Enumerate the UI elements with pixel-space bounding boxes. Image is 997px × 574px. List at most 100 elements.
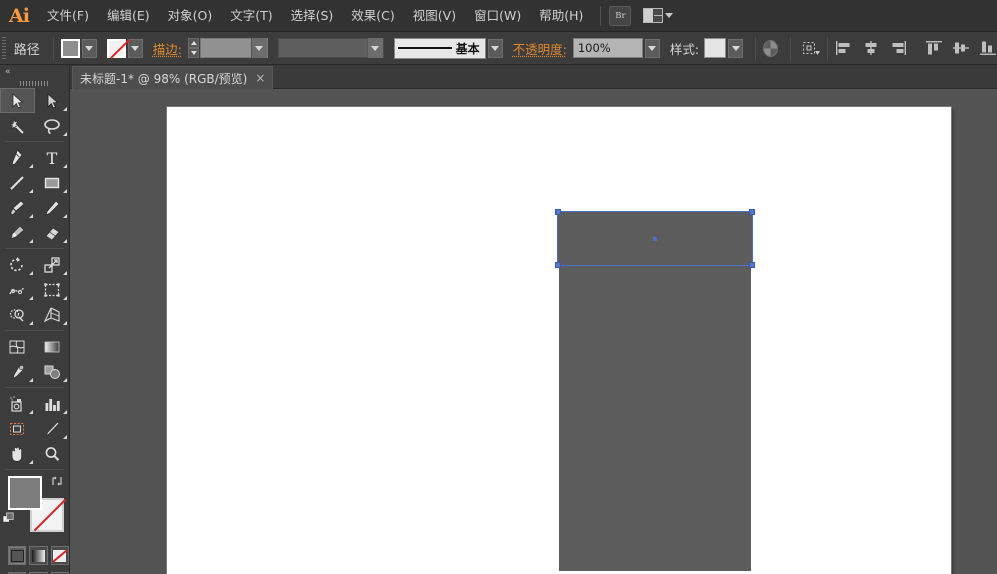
brush-dropdown-button[interactable] [487, 38, 503, 58]
opacity-control[interactable]: 100% [572, 38, 660, 58]
stroke-color-control[interactable] [106, 38, 143, 58]
chevron-down-icon [131, 45, 140, 51]
pencil-tool[interactable] [35, 195, 70, 220]
eraser-tool[interactable] [35, 220, 70, 245]
stroke-swatch-none-icon[interactable] [106, 38, 126, 58]
stroke-weight-label[interactable]: 描边: [153, 39, 182, 58]
stroke-dropdown-button[interactable] [127, 38, 143, 58]
rotate-icon [10, 256, 24, 271]
none-mode-button[interactable] [50, 546, 69, 565]
solid-color-mode-button[interactable] [8, 546, 27, 565]
opacity-input[interactable]: 100% [572, 38, 643, 58]
paintbrush-tool[interactable] [0, 195, 35, 220]
blend-tool[interactable] [35, 359, 70, 384]
canvas-area[interactable] [71, 89, 997, 574]
perspective-grid-tool[interactable] [35, 302, 70, 327]
menu-edit[interactable]: 编辑(E) [98, 0, 159, 32]
tools-divider [5, 469, 64, 470]
scale-tool[interactable] [35, 252, 70, 277]
gradient-tool[interactable] [35, 334, 70, 359]
align-right-icon[interactable] [889, 40, 907, 56]
selected-rectangle[interactable] [557, 211, 753, 266]
selection-handle-bottom-left[interactable] [555, 262, 561, 268]
document-tab[interactable]: 未标题-1* @ 98% (RGB/预览) × [72, 66, 274, 89]
type-tool[interactable]: T [35, 145, 70, 170]
lasso-tool[interactable] [35, 113, 70, 138]
align-left-icon[interactable] [835, 40, 853, 56]
hand-tool[interactable] [0, 441, 35, 466]
menu-select[interactable]: 选择(S) [282, 0, 343, 32]
width-tool[interactable] [0, 277, 35, 302]
align-middle-v-icon[interactable] [952, 40, 970, 56]
line-segment-tool[interactable] [0, 170, 35, 195]
transform-group[interactable] [800, 38, 821, 58]
direct-selection-tool[interactable] [35, 88, 70, 113]
transform-icon[interactable] [800, 38, 821, 58]
paintbrush-icon [10, 200, 25, 215]
menu-effect[interactable]: 效果(C) [342, 0, 403, 32]
bridge-icon[interactable]: Br [609, 5, 632, 26]
tools-grid-symbols [0, 391, 69, 466]
menu-object[interactable]: 对象(O) [159, 0, 222, 32]
close-icon[interactable]: × [255, 72, 265, 84]
stroke-profile-select[interactable] [277, 38, 384, 58]
shape-builder-tool[interactable] [0, 302, 35, 327]
paint-mode-group [0, 538, 69, 565]
rotate-tool[interactable] [0, 252, 35, 277]
align-top-icon[interactable] [925, 40, 943, 56]
control-panel-grip[interactable] [0, 32, 8, 65]
menu-view[interactable]: 视图(V) [404, 0, 465, 32]
brush-definition-select[interactable]: 基本 [393, 37, 486, 59]
artboard[interactable] [167, 107, 951, 574]
selection-handle-top-left[interactable] [555, 209, 561, 215]
fill-color-control[interactable] [60, 38, 97, 58]
recolor-artwork-icon[interactable] [763, 39, 779, 57]
stroke-weight-dropdown-button[interactable] [250, 38, 267, 58]
rectangle-tool[interactable] [35, 170, 70, 195]
fill-swatch[interactable] [60, 38, 80, 58]
align-bottom-icon[interactable] [979, 40, 997, 56]
tools-panel-grip[interactable] [0, 78, 69, 88]
selection-handle-bottom-right[interactable] [749, 262, 755, 268]
artboard-tool[interactable] [0, 416, 35, 441]
column-graph-tool[interactable] [35, 391, 70, 416]
zoom-tool[interactable] [35, 441, 70, 466]
opacity-label[interactable]: 不透明度: [513, 39, 567, 58]
slice-tool[interactable] [35, 416, 70, 441]
menu-help[interactable]: 帮助(H) [530, 0, 592, 32]
menu-file[interactable]: 文件(F) [38, 0, 98, 32]
lower-rectangle[interactable] [559, 265, 751, 571]
symbol-sprayer-tool[interactable] [0, 391, 35, 416]
graphic-style-control[interactable] [704, 38, 744, 58]
fill-color-box[interactable] [8, 476, 42, 510]
gradient-mode-button[interactable] [29, 546, 48, 565]
style-dropdown-button[interactable] [728, 38, 744, 58]
tool-flyout-indicator [28, 321, 33, 325]
stroke-weight-select[interactable] [200, 38, 268, 58]
stepper-down[interactable] [188, 48, 200, 58]
brush-definition-control[interactable]: 基本 [393, 37, 503, 59]
free-transform-tool[interactable] [35, 277, 70, 302]
stroke-profile-dropdown-button[interactable] [366, 38, 383, 58]
control-panel: 路径 描边: 基本 不透明度: 100% 样式: [0, 32, 997, 65]
tools-panel-collapse-button[interactable]: « [0, 65, 69, 78]
mesh-tool[interactable] [0, 334, 35, 359]
graphic-style-swatch[interactable] [704, 38, 727, 58]
selection-tool[interactable] [0, 88, 35, 113]
swap-fill-stroke-icon[interactable] [50, 474, 64, 488]
pen-tool[interactable] [0, 145, 35, 170]
menu-type[interactable]: 文字(T) [221, 0, 281, 32]
magic-wand-tool[interactable] [0, 113, 35, 138]
eyedropper-tool[interactable] [0, 359, 35, 384]
menu-window[interactable]: 窗口(W) [465, 0, 530, 32]
default-fill-stroke-icon[interactable] [2, 512, 15, 525]
arrange-documents-button[interactable] [643, 8, 674, 23]
opacity-dropdown-button[interactable] [644, 38, 660, 58]
tool-flyout-indicator [63, 271, 67, 275]
stroke-weight-stepper[interactable] [188, 38, 200, 58]
stepper-up[interactable] [188, 38, 200, 48]
align-center-h-icon[interactable] [862, 40, 880, 56]
fill-dropdown-button[interactable] [81, 38, 97, 58]
blob-brush-tool[interactable] [0, 220, 35, 245]
selection-handle-top-right[interactable] [749, 209, 755, 215]
